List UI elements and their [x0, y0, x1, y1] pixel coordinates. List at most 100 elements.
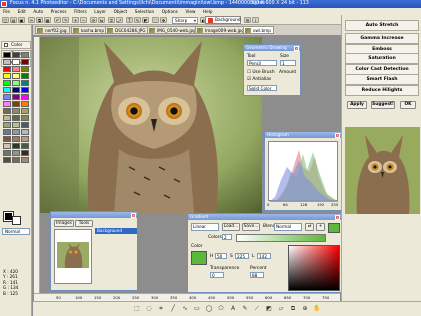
menu-layer[interactable]: Layer: [94, 9, 106, 14]
close-icon[interactable]: ×: [294, 45, 299, 51]
gradient-color-swatch[interactable]: [191, 251, 207, 265]
palette-swatch[interactable]: [12, 59, 20, 65]
clone-tool-icon[interactable]: ⧉: [289, 305, 297, 313]
zoom-in-icon[interactable]: +: [72, 17, 79, 23]
palette-swatch[interactable]: [12, 52, 20, 58]
palette-swatch[interactable]: [12, 66, 20, 72]
move-icon[interactable]: ✥: [160, 17, 167, 23]
tab-color[interactable]: Color: [1, 41, 31, 49]
palette-swatch[interactable]: [12, 129, 20, 135]
menu-help[interactable]: Help: [203, 9, 213, 14]
palette-swatch[interactable]: [21, 136, 29, 142]
palette-swatch[interactable]: [12, 80, 20, 86]
palette-swatch[interactable]: [3, 94, 11, 100]
select-tool-icon[interactable]: ⬚: [133, 305, 141, 313]
line-tool-icon[interactable]: ╱: [169, 305, 177, 313]
save-button[interactable]: Save...: [242, 223, 260, 231]
palette-swatch[interactable]: [3, 59, 11, 65]
palette-swatch[interactable]: [21, 73, 29, 79]
zoom-out-icon[interactable]: −: [80, 17, 87, 23]
file-tab[interactable]: DSC04286.JPG: [105, 26, 149, 34]
palette-swatch[interactable]: [12, 122, 20, 128]
swap-icon[interactable]: ⇄: [305, 223, 314, 231]
palette-swatch[interactable]: [12, 115, 20, 121]
saturation-button[interactable]: Saturation: [345, 53, 419, 64]
layer-row[interactable]: Background: [95, 228, 137, 234]
palette-swatch[interactable]: [3, 136, 11, 142]
menu-filters[interactable]: Filters: [74, 9, 87, 14]
menu-options[interactable]: Options: [162, 9, 178, 14]
gradient-titlebar[interactable]: Gradient ×: [188, 214, 341, 220]
palette-swatch[interactable]: [3, 129, 11, 135]
h-field[interactable]: 50: [215, 253, 227, 259]
palette-swatch[interactable]: [3, 73, 11, 79]
menu-process[interactable]: Process: [51, 9, 67, 14]
color-mode-select[interactable]: Solid Color: [247, 85, 277, 91]
palette-swatch[interactable]: [21, 52, 29, 58]
menu-file[interactable]: File: [3, 9, 10, 14]
new-icon[interactable]: □: [2, 17, 9, 23]
gradient-end-swatch[interactable]: [328, 223, 340, 233]
size-field[interactable]: 1: [280, 60, 296, 66]
color-spectrum[interactable]: [288, 245, 340, 291]
cut-icon[interactable]: ✂: [28, 17, 35, 23]
palette-swatch[interactable]: [12, 150, 20, 156]
palette-swatch[interactable]: [12, 101, 20, 107]
file-tab[interactable]: nerf02.jpg: [35, 26, 70, 34]
palette-swatch[interactable]: [21, 108, 29, 114]
colors-field[interactable]: 2: [222, 234, 232, 240]
text-tool-icon[interactable]: A: [229, 305, 237, 313]
menu-view[interactable]: View: [185, 9, 195, 14]
hand-tool-icon[interactable]: ✋: [313, 305, 321, 313]
pen-tool-icon[interactable]: ✎: [241, 305, 249, 313]
palette-swatch[interactable]: [3, 101, 11, 107]
menu-selection[interactable]: Selection: [135, 9, 154, 14]
layers-titlebar[interactable]: ×: [51, 212, 137, 218]
resize-icon[interactable]: ⤢: [116, 17, 123, 23]
transparence-field[interactable]: 0: [210, 272, 224, 278]
crop-tool-icon[interactable]: ⌗: [157, 305, 165, 313]
fill-icon[interactable]: ◩: [142, 17, 149, 23]
fill-tool-icon[interactable]: ◩: [265, 305, 273, 313]
rect-tool-icon[interactable]: ▭: [193, 305, 201, 313]
gamma-increase-button[interactable]: Gamma Increase: [345, 33, 419, 44]
apply-button[interactable]: Apply: [347, 101, 367, 109]
file-tab[interactable]: Image009-web.jpg: [195, 26, 248, 34]
select-icon[interactable]: ⬚: [152, 17, 159, 23]
save-icon[interactable]: ▣: [18, 17, 25, 23]
geometric-drawing-titlebar[interactable]: Geometric Drawing ×: [244, 45, 300, 51]
tool-select[interactable]: Sharp ▾: [172, 17, 198, 24]
text-icon[interactable]: T: [126, 17, 133, 23]
palette-swatch[interactable]: [3, 143, 11, 149]
ellipse-tool-icon[interactable]: ◯: [205, 305, 213, 313]
color-checkbox[interactable]: [4, 43, 8, 47]
palette-swatch[interactable]: [12, 73, 20, 79]
smart-flash-button[interactable]: Smart Flash: [345, 74, 419, 85]
histogram-titlebar[interactable]: Histogram ×: [265, 132, 341, 138]
open-icon[interactable]: ▤: [10, 17, 17, 23]
palette-swatch[interactable]: [3, 52, 11, 58]
palette-swatch[interactable]: [3, 157, 11, 163]
ok-button[interactable]: OK: [400, 101, 416, 109]
palette-swatch[interactable]: [21, 157, 29, 163]
rotate-icon[interactable]: ⟳: [90, 17, 97, 23]
layer-thumbnail[interactable]: [55, 230, 91, 283]
crop-icon[interactable]: ⌗: [108, 17, 115, 23]
palette-swatch[interactable]: [21, 59, 29, 65]
palette-swatch[interactable]: [21, 150, 29, 156]
blend-select[interactable]: Normal: [274, 223, 302, 231]
menu-auto[interactable]: Auto: [33, 9, 43, 14]
reduce-hilights-button[interactable]: Reduce Hilights: [345, 85, 419, 96]
palette-swatch[interactable]: [21, 80, 29, 86]
palette-swatch[interactable]: [12, 157, 20, 163]
gradient-type-select[interactable]: Linear: [191, 223, 219, 231]
file-tab[interactable]: kasha.bmp: [71, 26, 108, 34]
curve-tool-icon[interactable]: ∿: [181, 305, 189, 313]
lasso-tool-icon[interactable]: ◌: [145, 305, 153, 313]
palette-swatch[interactable]: [21, 87, 29, 93]
close-icon[interactable]: ×: [131, 212, 136, 218]
blend-mode-select[interactable]: Normal: [2, 228, 30, 235]
undo-icon[interactable]: ↶: [54, 17, 61, 23]
close-icon[interactable]: ×: [335, 214, 340, 220]
use-brush-checkbox[interactable]: ☐ Use Brush: [247, 70, 275, 75]
